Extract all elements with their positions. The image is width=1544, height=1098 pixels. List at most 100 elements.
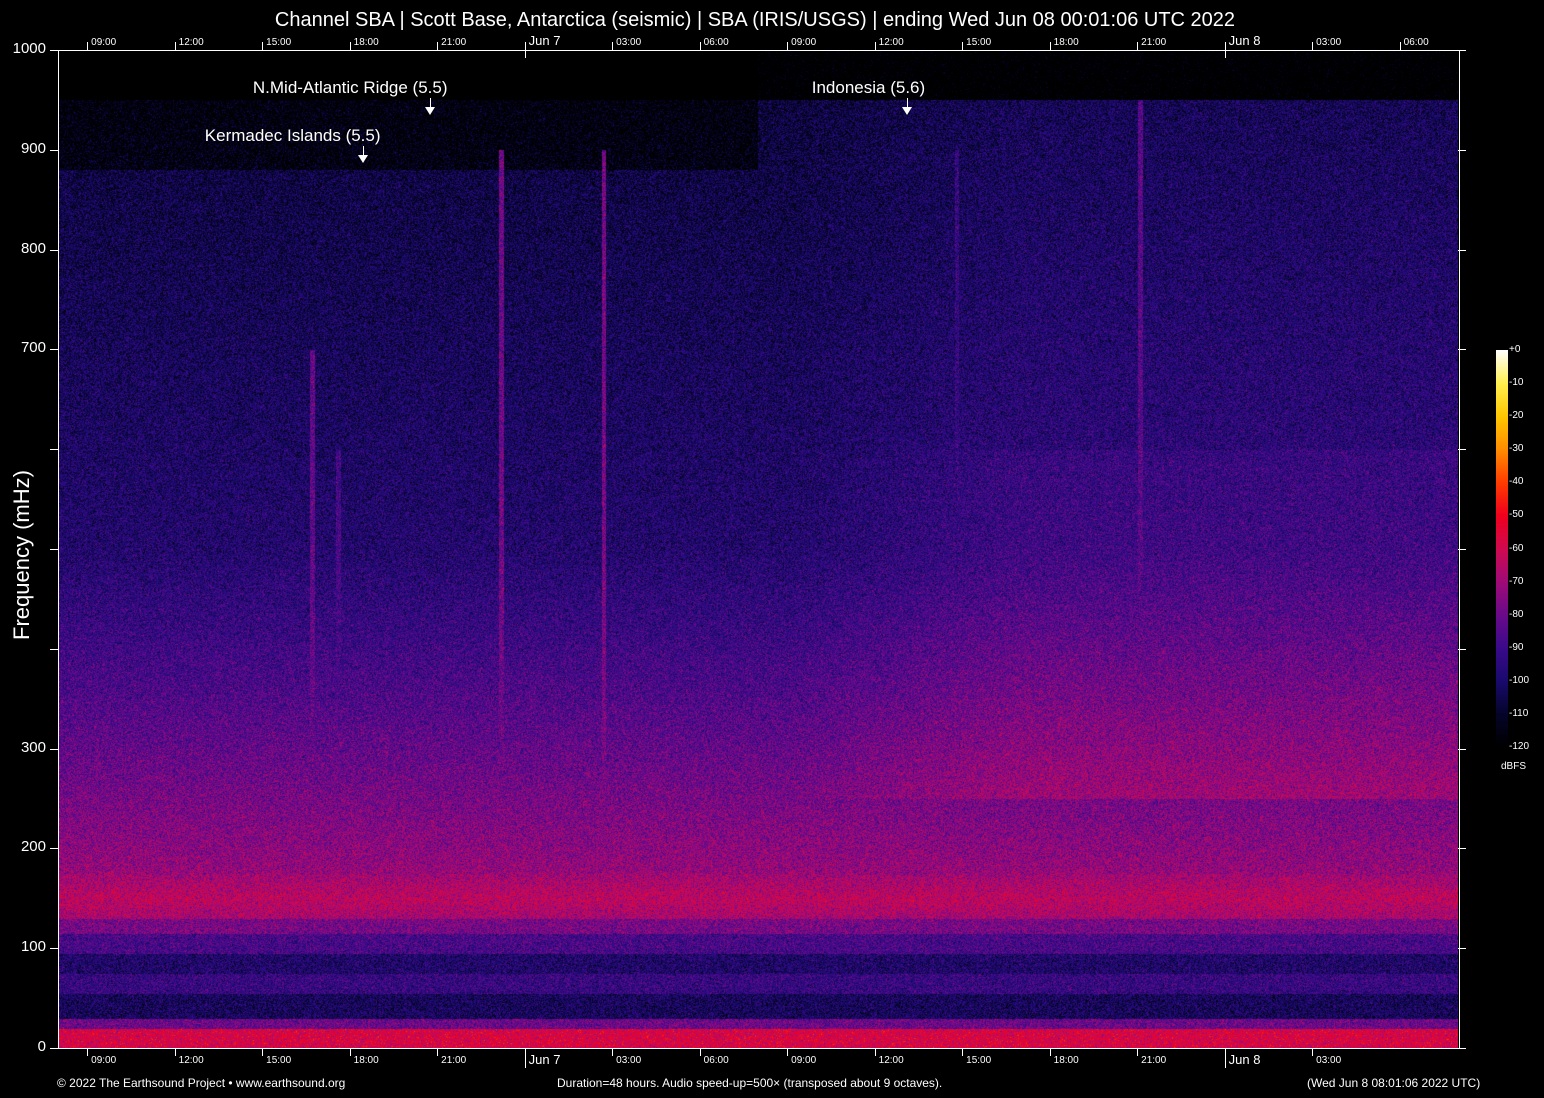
x-bottom-tick (87, 1048, 88, 1056)
top-axis-line (58, 50, 1458, 51)
footer-info: Duration=48 hours. Audio speed-up=500× (… (557, 1076, 942, 1090)
colorbar-tick-label: -20 (1509, 410, 1523, 421)
colorbar-unit: dBFS (1501, 761, 1526, 772)
x-bottom-tick (350, 1048, 351, 1056)
x-top-tick (787, 42, 788, 50)
x-bottom-label: Jun 7 (529, 1052, 561, 1067)
annotation-label: N.Mid-Atlantic Ridge (5.5) (253, 78, 448, 98)
y-left-tick (50, 948, 58, 949)
y-right-tick (1458, 250, 1466, 251)
y-left-tick (50, 50, 58, 51)
x-top-label: 12:00 (879, 37, 904, 48)
colorbar-tick-label: -10 (1509, 377, 1523, 388)
x-top-tick (1225, 42, 1226, 58)
y-left-tick (50, 749, 58, 750)
colorbar-tick-label: -120 (1509, 741, 1529, 752)
y-right-tick (1458, 349, 1466, 350)
footer-time: (Wed Jun 8 08:01:06 2022 UTC) (1307, 1076, 1480, 1090)
x-bottom-label: 21:00 (441, 1055, 466, 1066)
x-bottom-tick (700, 1048, 701, 1056)
x-bottom-label: 15:00 (266, 1055, 291, 1066)
x-bottom-tick (962, 1048, 963, 1056)
colorbar-tick-label: -60 (1509, 543, 1523, 554)
colorbar (1496, 350, 1508, 748)
x-bottom-label: 03:00 (1316, 1055, 1341, 1066)
chart-title: Channel SBA | Scott Base, Antarctica (se… (0, 9, 1510, 32)
y-right-tick (1458, 1048, 1466, 1049)
y-tick-label: 200 (0, 838, 46, 855)
x-top-label: Jun 8 (1229, 33, 1261, 48)
x-bottom-label: 06:00 (704, 1055, 729, 1066)
annotation-arrow-icon (902, 107, 912, 115)
colorbar-tick-label: -100 (1509, 675, 1529, 686)
x-top-label: 15:00 (966, 37, 991, 48)
y-left-tick (50, 349, 58, 350)
y-right-tick (1458, 449, 1466, 450)
colorbar-tick-label: -30 (1509, 443, 1523, 454)
y-tick-label: 1000 (0, 40, 46, 57)
x-top-label: 21:00 (441, 37, 466, 48)
footer-copyright: © 2022 The Earthsound Project • www.eart… (57, 1076, 345, 1090)
colorbar-tick-label: +0 (1509, 344, 1520, 355)
x-bottom-tick (787, 1048, 788, 1056)
x-top-label: 09:00 (791, 37, 816, 48)
x-top-label: 03:00 (616, 37, 641, 48)
x-bottom-label: 03:00 (616, 1055, 641, 1066)
y-left-tick (50, 150, 58, 151)
y-left-tick (50, 848, 58, 849)
y-axis-label: Frequency (mHz) (9, 470, 35, 640)
y-tick-label: 0 (0, 1038, 46, 1055)
x-top-tick (1137, 42, 1138, 50)
x-bottom-tick (612, 1048, 613, 1056)
y-tick-label: 900 (0, 140, 46, 157)
y-right-tick (1458, 649, 1466, 650)
x-top-tick (1050, 42, 1051, 50)
y-left-tick (50, 649, 58, 650)
x-bottom-label: 21:00 (1141, 1055, 1166, 1066)
x-top-tick (175, 42, 176, 50)
x-bottom-tick (437, 1048, 438, 1056)
x-bottom-tick (875, 1048, 876, 1056)
x-top-label: 18:00 (1054, 37, 1079, 48)
x-top-label: 18:00 (354, 37, 379, 48)
y-right-tick (1458, 749, 1466, 750)
plot-frame (58, 50, 1460, 1048)
x-top-label: 06:00 (704, 37, 729, 48)
y-right-tick (1458, 549, 1466, 550)
x-top-label: 09:00 (91, 37, 116, 48)
y-tick-label: 700 (0, 339, 46, 356)
colorbar-tick-label: -110 (1509, 708, 1528, 719)
x-bottom-label: 09:00 (91, 1055, 116, 1066)
x-top-tick (437, 42, 438, 50)
x-bottom-label: 15:00 (966, 1055, 991, 1066)
x-bottom-label: 12:00 (879, 1055, 904, 1066)
x-top-tick (525, 42, 526, 58)
colorbar-tick-label: -40 (1509, 476, 1523, 487)
y-right-tick (1458, 848, 1466, 849)
y-left-tick (50, 549, 58, 550)
x-top-tick (87, 42, 88, 50)
x-top-label: 12:00 (179, 37, 204, 48)
y-right-tick (1458, 50, 1466, 51)
colorbar-tick-label: -70 (1509, 576, 1523, 587)
y-left-tick (50, 449, 58, 450)
x-bottom-tick (1050, 1048, 1051, 1056)
x-bottom-tick (1312, 1048, 1313, 1056)
x-bottom-label: 09:00 (791, 1055, 816, 1066)
y-tick-label: 100 (0, 938, 46, 955)
y-left-tick (50, 1048, 58, 1049)
annotation-label: Kermadec Islands (5.5) (205, 126, 381, 146)
y-tick-label: 800 (0, 240, 46, 257)
x-bottom-tick (175, 1048, 176, 1056)
y-tick-label: 300 (0, 739, 46, 756)
x-top-tick (612, 42, 613, 50)
bottom-axis-line (58, 1048, 1458, 1049)
x-top-tick (1400, 42, 1401, 50)
x-top-label: 06:00 (1404, 37, 1429, 48)
colorbar-tick-label: -50 (1509, 509, 1523, 520)
x-top-tick (875, 42, 876, 50)
annotation-arrow-icon (358, 155, 368, 163)
x-bottom-tick (262, 1048, 263, 1056)
x-top-label: 03:00 (1316, 37, 1341, 48)
x-bottom-tick (525, 1048, 526, 1068)
